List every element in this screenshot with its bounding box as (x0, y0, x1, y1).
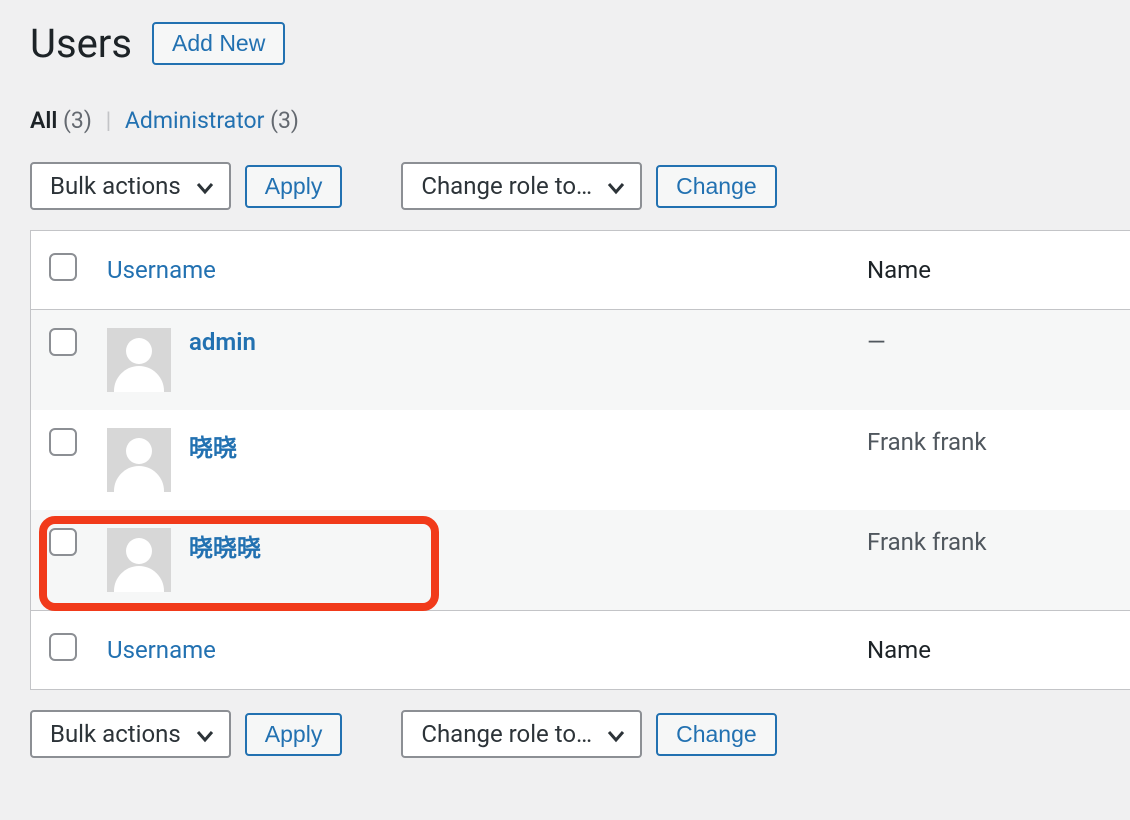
column-username-header[interactable]: Username (107, 256, 216, 284)
select-all-checkbox-footer[interactable] (49, 633, 77, 661)
avatar (107, 428, 171, 492)
chevron-down-icon (606, 724, 626, 744)
filter-links: All (3) | Administrator (3) (30, 107, 1130, 134)
name-cell: Frank frank (855, 510, 1130, 611)
chevron-down-icon (195, 176, 215, 196)
apply-bulk-button-bottom[interactable]: Apply (245, 713, 343, 756)
username-link[interactable]: 晓晓 (189, 428, 237, 463)
add-new-button[interactable]: Add New (152, 22, 285, 65)
username-link[interactable]: admin (189, 328, 256, 356)
users-table: Username Name admin — 晓晓 Frank frank 晓晓晓 Fran… (31, 231, 1130, 689)
bulk-actions-label: Bulk actions (50, 720, 181, 748)
change-role-select-bottom[interactable]: Change role to… (401, 710, 642, 758)
change-role-label: Change role to… (421, 720, 592, 748)
row-checkbox[interactable] (49, 428, 77, 456)
table-row: admin — (31, 310, 1130, 411)
filter-administrator-label: Administrator (125, 107, 265, 134)
apply-bulk-button[interactable]: Apply (245, 165, 343, 208)
filter-separator: | (106, 107, 112, 134)
row-checkbox[interactable] (49, 528, 77, 556)
table-row: 晓晓 Frank frank (31, 410, 1130, 510)
filter-all-count: (3) (63, 107, 92, 134)
change-role-select[interactable]: Change role to… (401, 162, 642, 210)
bulk-actions-select[interactable]: Bulk actions (30, 162, 231, 210)
table-row: 晓晓晓 Frank frank (31, 510, 1130, 611)
select-all-checkbox[interactable] (49, 253, 77, 281)
bulk-actions-select-bottom[interactable]: Bulk actions (30, 710, 231, 758)
column-name-footer: Name (855, 611, 1130, 690)
chevron-down-icon (606, 176, 626, 196)
page-title: Users (30, 20, 132, 67)
filter-administrator-count: (3) (270, 107, 299, 134)
bulk-actions-label: Bulk actions (50, 172, 181, 200)
filter-administrator[interactable]: Administrator (3) (125, 107, 299, 134)
name-cell: Frank frank (855, 410, 1130, 510)
change-role-button-bottom[interactable]: Change (656, 713, 777, 756)
chevron-down-icon (195, 724, 215, 744)
row-checkbox[interactable] (49, 328, 77, 356)
name-cell: — (855, 310, 1130, 411)
filter-all[interactable]: All (3) (30, 107, 98, 134)
filter-all-label: All (30, 107, 57, 134)
avatar (107, 328, 171, 392)
change-role-label: Change role to… (421, 172, 592, 200)
username-link[interactable]: 晓晓晓 (189, 528, 261, 563)
change-role-button[interactable]: Change (656, 165, 777, 208)
column-name-header: Name (855, 231, 1130, 310)
column-username-footer[interactable]: Username (107, 636, 216, 664)
avatar (107, 528, 171, 592)
